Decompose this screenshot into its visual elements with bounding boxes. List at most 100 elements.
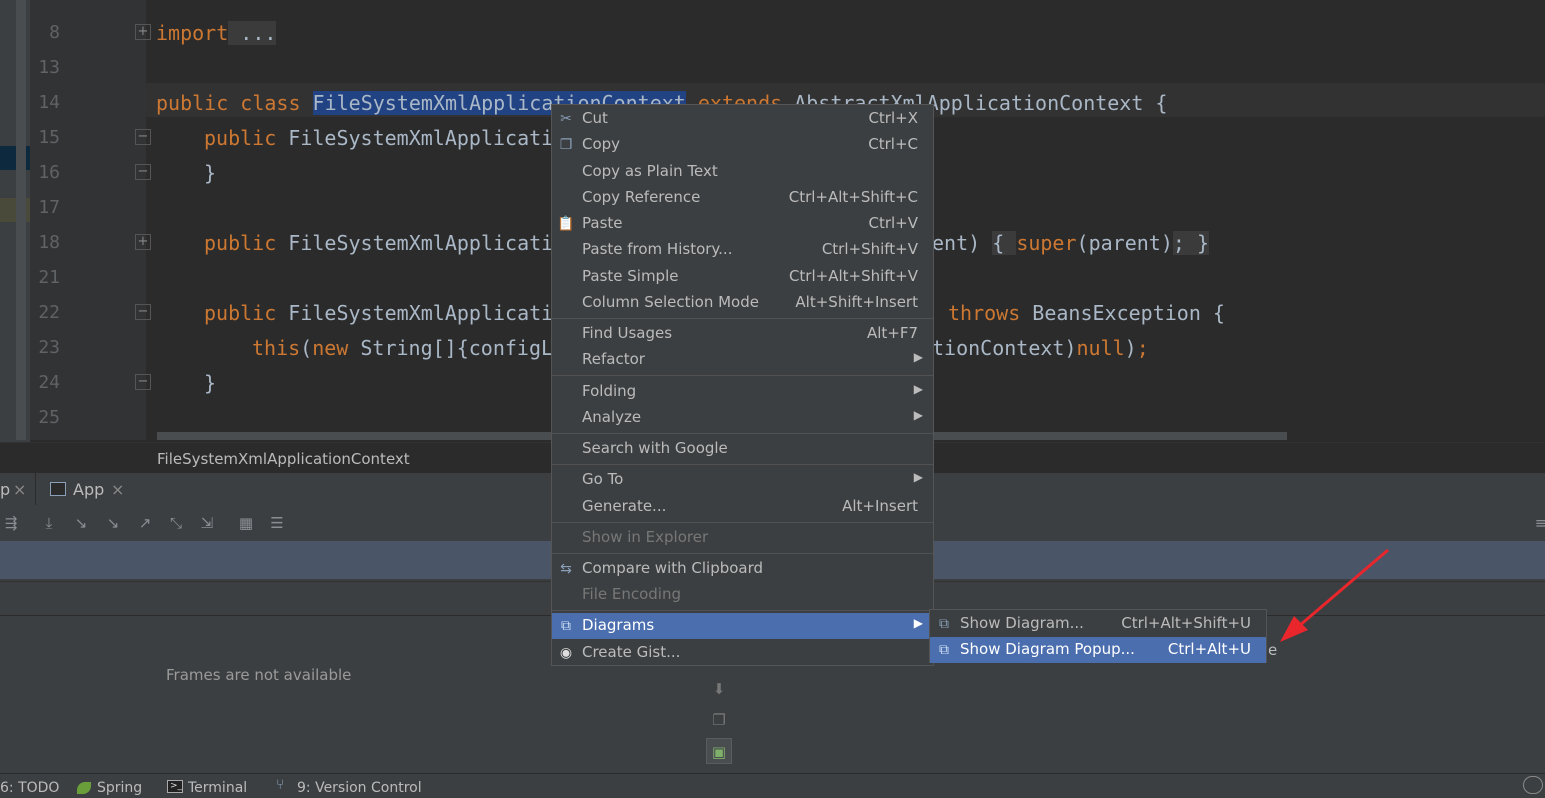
menu-item-go-to[interactable]: Go To ▶	[552, 467, 933, 493]
menu-item-label: Copy	[582, 135, 621, 153]
line-number: 13	[38, 57, 60, 78]
app-run-icon	[50, 482, 66, 496]
menu-item-label: Copy as Plain Text	[582, 162, 718, 180]
constructor-name: FileSystemXmlApplicati	[288, 301, 554, 325]
menu-separator	[552, 318, 933, 319]
fold-expand-icon[interactable]: +	[135, 24, 151, 40]
scissors-icon: ✂	[560, 111, 572, 127]
menu-item-cut[interactable]: ✂ Cut Ctrl+X	[552, 106, 933, 132]
menu-item-label: Folding	[582, 382, 637, 400]
code-fragment: (parent)	[1076, 231, 1173, 255]
line-number: 8	[49, 22, 60, 43]
spring-leaf-icon	[77, 782, 91, 794]
menu-separator	[552, 610, 933, 611]
status-terminal[interactable]: Terminal	[188, 780, 247, 796]
menu-item-label: Refactor	[582, 350, 645, 368]
menu-separator	[552, 553, 933, 554]
force-step-into-icon[interactable]: ↘	[104, 514, 122, 532]
fold-collapse-icon[interactable]: −	[135, 164, 151, 180]
layout-icon[interactable]: ≡	[1532, 514, 1545, 532]
status-bar: 6: TODO Spring >_ Terminal ⑂ 9: Version …	[0, 773, 1545, 798]
download-icon[interactable]: ⬇	[706, 676, 732, 702]
line-number: 16	[38, 162, 60, 183]
submenu-arrow-icon: ▶	[913, 382, 923, 396]
code-fragment: ent)	[932, 231, 993, 255]
code-line-22: public FileSystemXmlApplicati	[204, 301, 553, 325]
submenu-item-show-diagram[interactable]: ⧉ Show Diagram... Ctrl+Alt+Shift+U	[930, 611, 1266, 637]
menu-item-column-selection[interactable]: Column Selection Mode Alt+Shift+Insert	[552, 290, 933, 316]
annotation-arrow-icon	[1280, 548, 1389, 642]
menu-item-label: Cut	[582, 109, 608, 127]
filter-frames-icon[interactable]: ▣	[706, 738, 732, 764]
code-fragment: BeansException {	[1032, 301, 1225, 325]
menu-item-copy-plain-text[interactable]: Copy as Plain Text	[552, 159, 933, 185]
step-out-icon[interactable]: ↗	[136, 514, 154, 532]
folded-body-end: ; }	[1172, 231, 1209, 255]
menu-item-shortcut: Ctrl+Shift+V	[821, 240, 918, 258]
step-into-icon[interactable]: ↘	[72, 514, 90, 532]
menu-item-paste[interactable]: 📋 Paste Ctrl+V	[552, 211, 933, 237]
status-todo[interactable]: 6: TODO	[0, 780, 59, 796]
event-log-icon[interactable]	[1523, 776, 1543, 794]
run-to-cursor-icon[interactable]: ⇲	[198, 514, 216, 532]
menu-item-label: File Encoding	[582, 585, 681, 603]
code-fragment: ;	[1136, 336, 1149, 360]
folded-imports[interactable]: ...	[228, 21, 277, 45]
menu-item-generate[interactable]: Generate... Alt+Insert	[552, 494, 933, 520]
show-execution-point-icon[interactable]: ⇶	[2, 514, 20, 532]
submenu-item-show-diagram-popup[interactable]: ⧉ Show Diagram Popup... Ctrl+Alt+U	[930, 637, 1266, 663]
code-fragment: tionContext)	[932, 336, 1077, 360]
menu-item-label: Paste from History...	[582, 240, 733, 258]
menu-separator	[552, 522, 933, 523]
tab-app[interactable]: App	[73, 480, 104, 499]
menu-item-label: Paste	[582, 214, 623, 232]
step-over-icon[interactable]: ⤓	[40, 514, 58, 532]
menu-item-shortcut: Ctrl+Alt+Shift+V	[788, 267, 918, 285]
tab-close-icon[interactable]: ×	[13, 480, 26, 499]
menu-item-refactor[interactable]: Refactor ▶	[552, 347, 933, 373]
project-panel-edge	[0, 0, 30, 470]
fold-collapse-icon[interactable]: −	[135, 374, 151, 390]
menu-item-copy[interactable]: ❐ Copy Ctrl+C	[552, 132, 933, 158]
code-fragment: String[]{configL	[360, 336, 554, 360]
keyword: new	[312, 336, 361, 360]
menu-item-label: Compare with Clipboard	[582, 559, 764, 577]
menu-item-show-in-explorer: Show in Explorer	[552, 525, 933, 551]
menu-item-shortcut: Ctrl+X	[868, 109, 918, 127]
menu-item-find-usages[interactable]: Find Usages Alt+F7	[552, 321, 933, 347]
keyword: throws	[948, 301, 1033, 325]
fold-expand-icon[interactable]: +	[135, 234, 151, 250]
keyword: super	[1016, 231, 1077, 255]
breadcrumb-class[interactable]: FileSystemXmlApplicationContext	[157, 450, 410, 468]
diagrams-submenu: ⧉ Show Diagram... Ctrl+Alt+Shift+U ⧉ Show D…	[929, 609, 1267, 663]
menu-item-shortcut: Alt+F7	[866, 324, 918, 342]
menu-item-create-gist[interactable]: ◉ Create Gist...	[552, 640, 933, 666]
menu-item-folding[interactable]: Folding ▶	[552, 379, 933, 405]
menu-item-copy-reference[interactable]: Copy Reference Ctrl+Alt+Shift+C	[552, 185, 933, 211]
tab-close-icon[interactable]: ×	[111, 480, 124, 499]
menu-item-paste-history[interactable]: Paste from History... Ctrl+Shift+V	[552, 237, 933, 263]
fold-collapse-icon[interactable]: −	[135, 304, 151, 320]
menu-item-label: Create Gist...	[582, 643, 681, 661]
menu-item-diagrams[interactable]: ⧉ Diagrams ▶	[552, 613, 933, 639]
status-version-control[interactable]: 9: Version Control	[297, 780, 422, 796]
menu-item-paste-simple[interactable]: Paste Simple Ctrl+Alt+Shift+V	[552, 264, 933, 290]
status-spring[interactable]: Spring	[97, 780, 142, 796]
keyword: public	[204, 231, 289, 255]
fold-collapse-icon[interactable]: −	[135, 129, 151, 145]
copy-stack-icon[interactable]: ❐	[706, 707, 732, 733]
evaluate-expression-icon[interactable]: ▦	[237, 514, 255, 532]
menu-item-compare-clipboard[interactable]: ⇆ Compare with Clipboard	[552, 556, 933, 582]
drop-frame-icon[interactable]: ⤡	[167, 514, 185, 532]
tab-previous-partial[interactable]: p	[0, 480, 10, 499]
menu-item-search-google[interactable]: Search with Google	[552, 436, 933, 462]
trace-icon[interactable]: ☰	[268, 514, 286, 532]
submenu-arrow-icon: ▶	[913, 408, 923, 422]
paste-icon: 📋	[557, 216, 575, 232]
project-scrollbar[interactable]	[16, 0, 26, 440]
menu-item-label: Copy Reference	[582, 188, 701, 206]
menu-item-label: Analyze	[582, 408, 642, 426]
compare-icon: ⇆	[560, 561, 572, 577]
menu-item-analyze[interactable]: Analyze ▶	[552, 405, 933, 431]
menu-item-shortcut: Alt+Shift+Insert	[795, 293, 918, 311]
